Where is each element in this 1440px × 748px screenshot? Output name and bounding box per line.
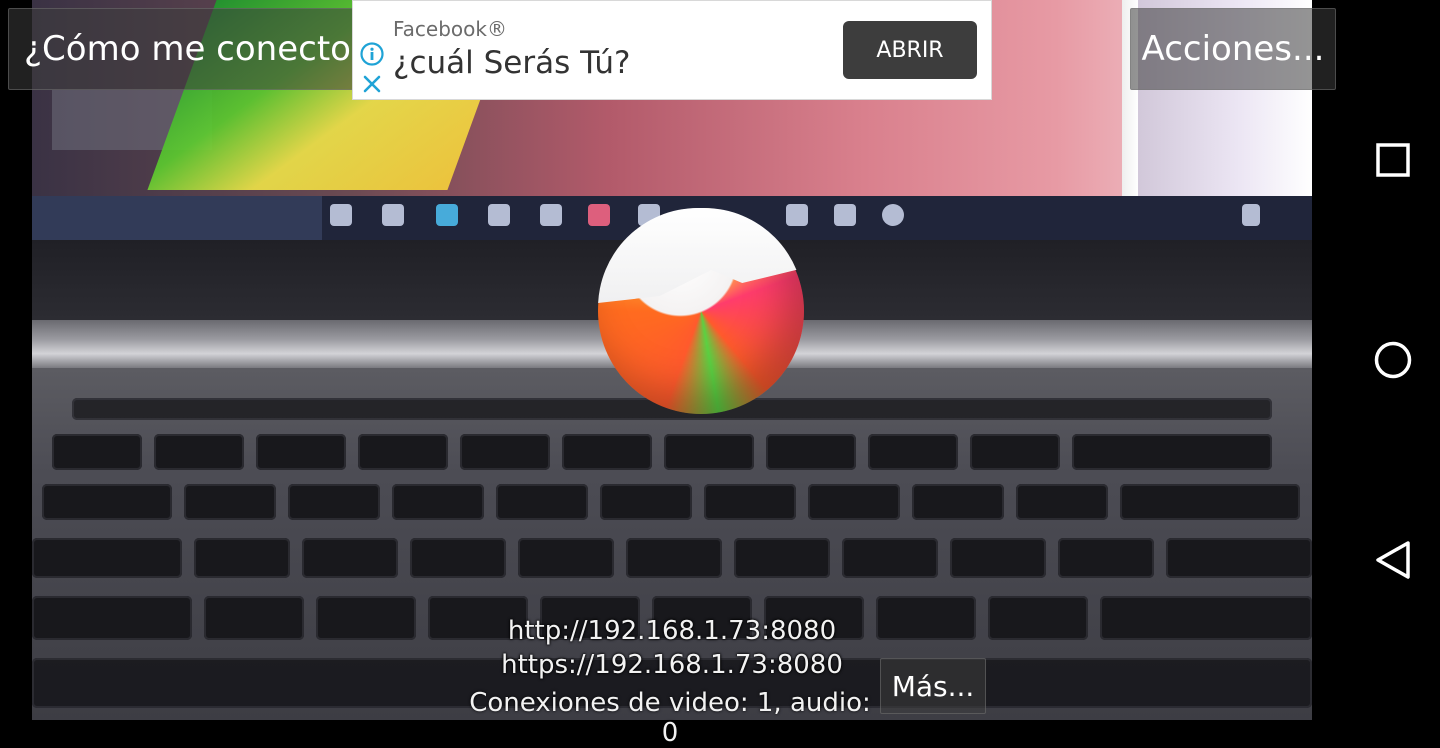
https-url: https://192.168.1.73:8080 — [501, 650, 843, 680]
key — [562, 434, 652, 470]
key — [410, 538, 506, 578]
taskbar-icon — [436, 204, 458, 226]
key — [1072, 434, 1272, 470]
key — [734, 538, 830, 578]
taskbar-icon — [588, 204, 610, 226]
key — [1058, 538, 1154, 578]
taskbar-icon — [382, 204, 404, 226]
key — [842, 538, 938, 578]
key — [288, 484, 380, 520]
key — [868, 434, 958, 470]
key — [950, 538, 1046, 578]
ad-brand: Facebook® — [393, 17, 507, 41]
key — [664, 434, 754, 470]
taskbar-icon — [834, 204, 856, 226]
key — [808, 484, 900, 520]
taskbar-icon — [882, 204, 904, 226]
key — [32, 538, 182, 578]
taskbar-icon — [330, 204, 352, 226]
key — [518, 538, 614, 578]
taskbar-icon — [786, 204, 808, 226]
taskbar-search — [32, 196, 322, 240]
ad-title[interactable]: ¿cuál Serás Tú? — [393, 45, 630, 81]
ad-open-button[interactable]: ABRIR — [843, 21, 977, 79]
info-icon[interactable] — [359, 41, 385, 67]
connection-status: Conexiones de video: 1, audio: 0 — [469, 688, 871, 748]
key — [184, 484, 276, 520]
recent-apps-button[interactable] — [1366, 133, 1420, 187]
key — [626, 538, 722, 578]
actions-button[interactable]: Acciones... — [1130, 8, 1336, 90]
home-button[interactable] — [1366, 333, 1420, 387]
close-icon[interactable] — [359, 71, 385, 97]
key — [194, 538, 290, 578]
key — [1166, 538, 1312, 578]
key — [704, 484, 796, 520]
key — [912, 484, 1004, 520]
ad-banner[interactable]: Facebook® ¿cuál Serás Tú? ABRIR — [352, 0, 992, 100]
how-to-connect-button[interactable]: ¿Cómo me conecto? — [8, 8, 360, 90]
key — [154, 434, 244, 470]
system-navigation-bar — [1346, 0, 1440, 720]
taskbar-icon — [540, 204, 562, 226]
http-url: http://192.168.1.73:8080 — [507, 616, 837, 646]
key — [766, 434, 856, 470]
home-icon — [1374, 341, 1412, 379]
key — [970, 434, 1060, 470]
key — [600, 484, 692, 520]
taskbar-icon — [488, 204, 510, 226]
camera-preview — [32, 0, 1312, 720]
key — [52, 434, 142, 470]
back-icon — [1376, 541, 1410, 579]
key — [496, 484, 588, 520]
more-button[interactable]: Más... — [880, 658, 986, 714]
recent-apps-icon — [1376, 143, 1410, 177]
key — [1120, 484, 1300, 520]
key — [392, 484, 484, 520]
key — [302, 538, 398, 578]
key — [358, 434, 448, 470]
key — [460, 434, 550, 470]
key — [42, 484, 172, 520]
key — [256, 434, 346, 470]
key — [1016, 484, 1108, 520]
taskbar-icon — [1242, 204, 1260, 226]
back-button[interactable] — [1366, 533, 1420, 587]
